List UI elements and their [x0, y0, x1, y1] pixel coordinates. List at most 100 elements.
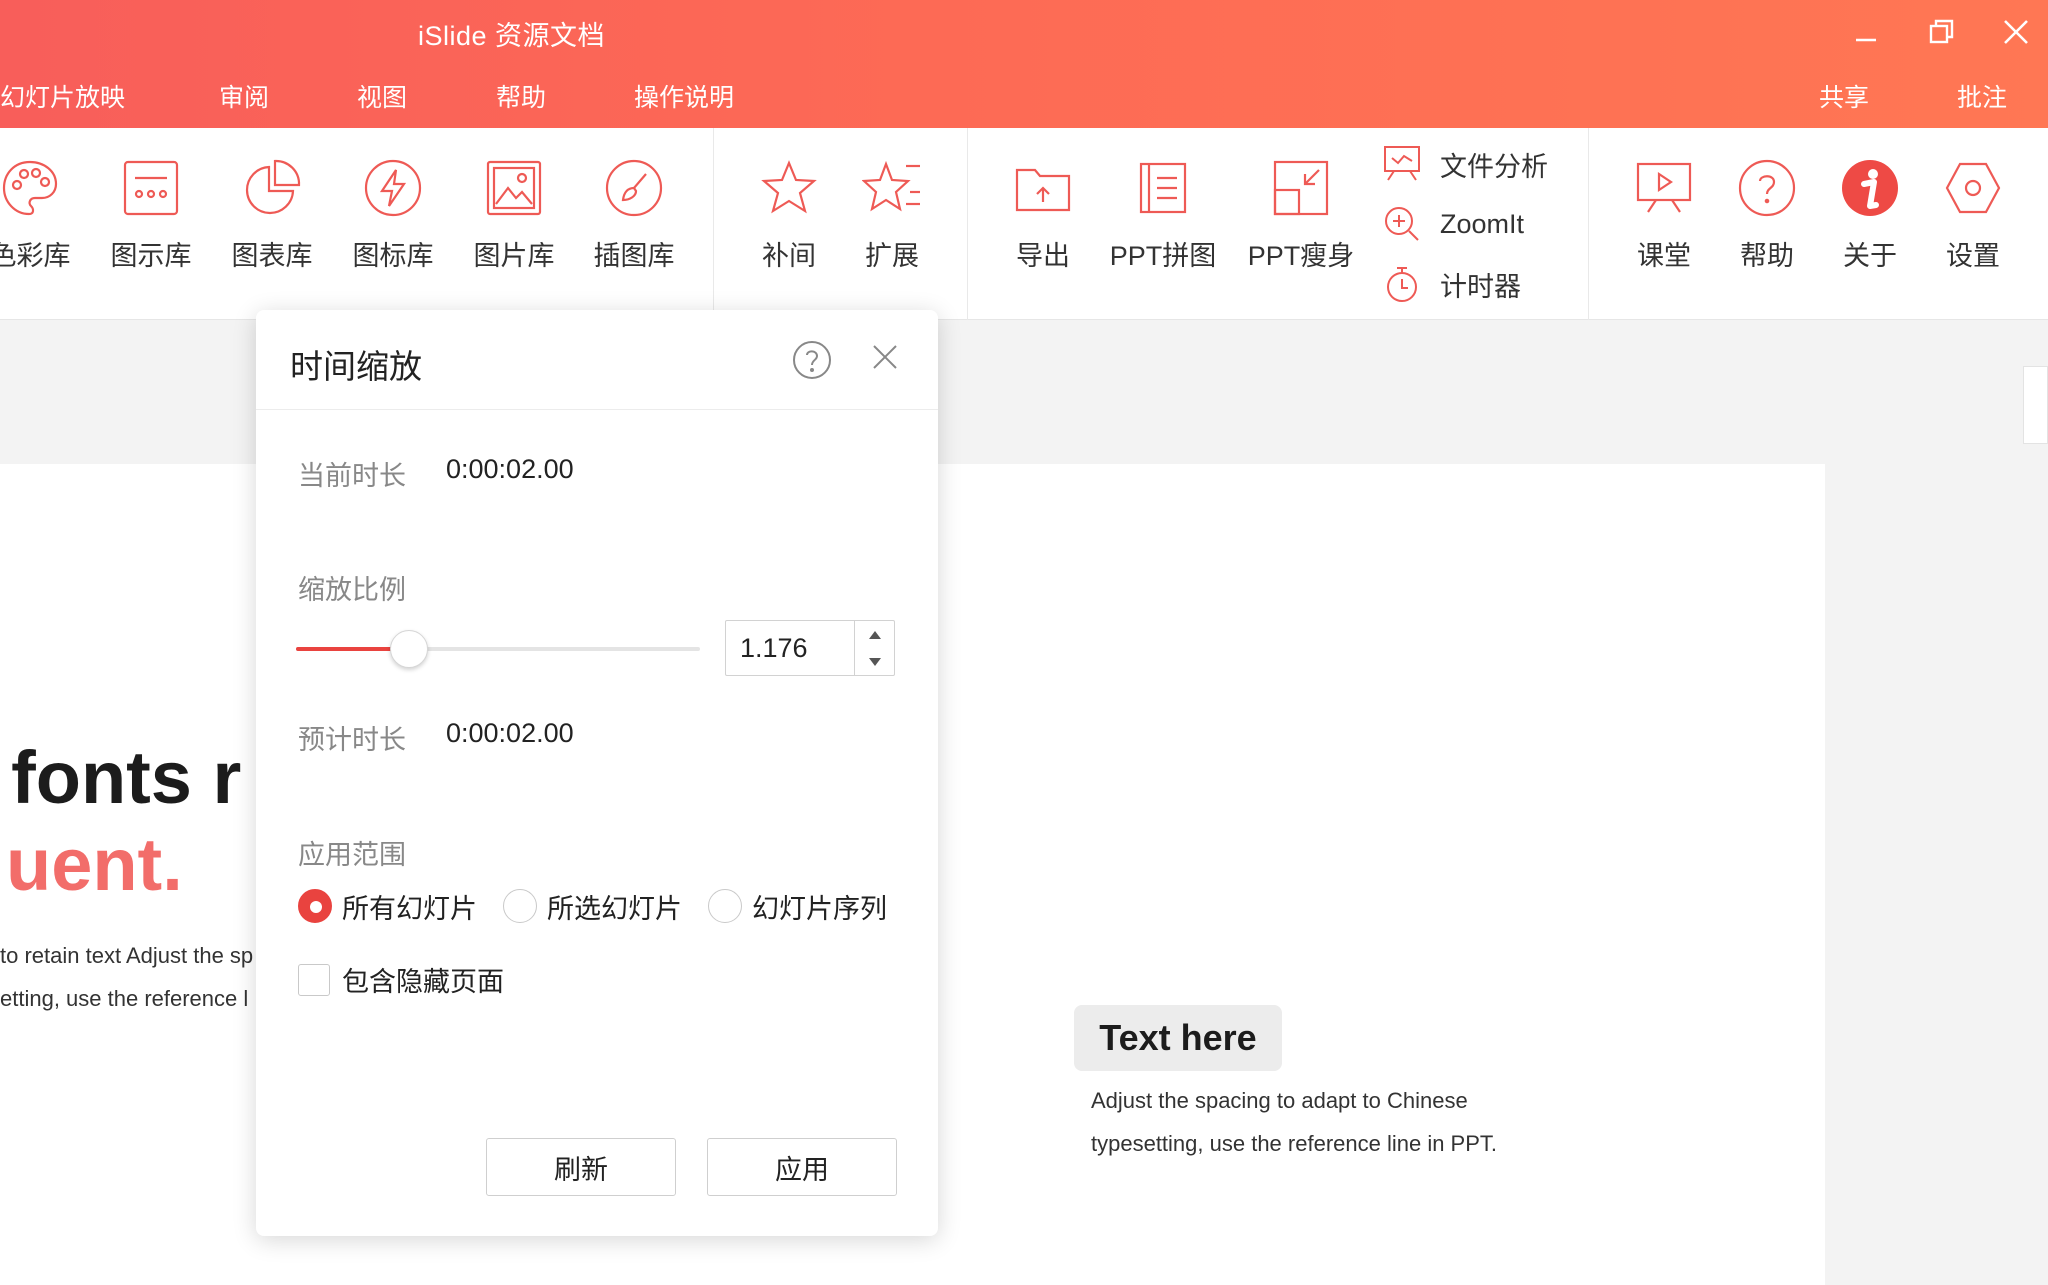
minimize-button[interactable]	[1836, 10, 1896, 54]
about-button[interactable]: 关于	[1815, 158, 1925, 273]
scale-ratio-input[interactable]	[726, 621, 854, 675]
settings-icon	[1945, 162, 2001, 214]
timer-label: 计时器	[1440, 271, 1521, 302]
slide-headline-line-1: l fonts r	[0, 736, 242, 819]
color-library-button[interactable]: 色彩库	[0, 158, 85, 273]
diagram-icon	[123, 160, 179, 216]
zoomit-label: ZoomIt	[1440, 208, 1525, 239]
chart-library-label: 图表库	[231, 241, 313, 271]
classroom-icon	[1636, 162, 1692, 213]
refresh-button[interactable]: 刷新	[486, 1138, 676, 1196]
file-analysis-label: 文件分析	[1440, 151, 1548, 182]
current-duration-value: 0:00:02.00	[446, 454, 574, 484]
dialog-close-button[interactable]	[870, 342, 900, 377]
minimize-icon	[1856, 38, 1876, 42]
export-button[interactable]: 导出	[988, 158, 1098, 273]
diagram-library-label: 图示库	[110, 241, 192, 271]
diagram-library-button[interactable]: 图示库	[96, 158, 206, 273]
estimated-duration-label: 预计时长	[298, 725, 406, 755]
apply-scope-label: 应用范围	[298, 840, 406, 870]
slide-textbox-title[interactable]: Text here	[1074, 1005, 1282, 1071]
scale-slider-thumb[interactable]	[390, 630, 429, 668]
current-duration-label: 当前时长	[298, 461, 406, 491]
spin-up-button[interactable]	[855, 621, 895, 648]
restore-icon	[1929, 19, 1954, 44]
radio-all-slides[interactable]: 所有幻灯片	[298, 886, 477, 926]
scale-ratio-spinbox	[725, 620, 895, 676]
ppt-collage-button[interactable]: PPT拼图	[1108, 158, 1218, 273]
title-bar: iSlide 资源文档 幻灯片放映 审阅 视图 帮助 操作说明 共享 批注	[0, 0, 2048, 128]
settings-label: 设置	[1946, 241, 2000, 271]
include-hidden-checkbox[interactable]: 包含隐藏页面	[298, 960, 504, 999]
ppt-slim-button[interactable]: PPT瘦身	[1246, 158, 1356, 273]
ppt-collage-icon	[1139, 162, 1187, 214]
apply-button[interactable]: 应用	[707, 1138, 897, 1196]
scale-ratio-label: 缩放比例	[298, 575, 406, 605]
radio-slide-sequence[interactable]: 幻灯片序列	[708, 886, 887, 926]
extend-label: 扩展	[865, 241, 919, 271]
about-label: 关于	[1843, 241, 1897, 271]
menu-review[interactable]: 审阅	[219, 78, 269, 114]
include-hidden-label: 包含隐藏页面	[342, 967, 504, 997]
tween-button[interactable]: 补间	[734, 158, 844, 273]
extend-button[interactable]: 扩展	[837, 158, 947, 273]
menu-share[interactable]: 共享	[1819, 78, 1869, 114]
radio-button[interactable]	[708, 889, 742, 923]
export-label: 导出	[1016, 241, 1070, 271]
timer-icon	[1387, 267, 1417, 302]
slide-headline-line-2: uent.	[6, 823, 183, 906]
star-icon	[761, 160, 817, 214]
palette-icon	[2, 160, 58, 216]
menu-comments[interactable]: 批注	[1957, 78, 2007, 114]
color-library-label: 色彩库	[0, 241, 71, 271]
ribbon-separator	[967, 128, 968, 320]
dialog-title: 时间缩放	[290, 348, 422, 385]
help-button[interactable]: 帮助	[1712, 158, 1822, 273]
chart-library-button[interactable]: 图表库	[217, 158, 327, 273]
checkbox-box[interactable]	[298, 963, 330, 996]
icon-library-button[interactable]: 图标库	[338, 158, 448, 273]
icon-library-label: 图标库	[352, 241, 434, 271]
illustration-library-label: 插图库	[593, 241, 675, 271]
menu-instructions[interactable]: 操作说明	[634, 78, 734, 114]
app-title: iSlide 资源文档	[418, 21, 606, 51]
slide-textbox-body-line-2: typesetting, use the reference line in P…	[1091, 1131, 1498, 1156]
slide-body-line-1: to retain text Adjust the sp	[0, 943, 254, 968]
ppt-slim-icon	[1273, 160, 1329, 216]
close-window-button[interactable]	[1986, 10, 2046, 54]
menu-view[interactable]: 视图	[357, 78, 407, 114]
question-icon	[793, 341, 831, 379]
classroom-button[interactable]: 课堂	[1609, 158, 1719, 273]
spin-buttons	[854, 621, 894, 675]
settings-button[interactable]: 设置	[1918, 158, 2028, 273]
ribbon-separator	[713, 128, 714, 320]
close-icon	[2004, 20, 2028, 44]
file-analysis-button[interactable]: 文件分析	[1382, 142, 1548, 186]
slide-body-line-2: etting, use the reference l	[0, 986, 249, 1011]
radio-all-slides-label: 所有幻灯片	[342, 893, 477, 924]
menu-slideshow[interactable]: 幻灯片放映	[0, 78, 125, 114]
radio-slide-sequence-label: 幻灯片序列	[752, 893, 887, 924]
scale-slider-track[interactable]	[296, 630, 700, 668]
radio-selected-slides[interactable]: 所选幻灯片	[503, 886, 682, 926]
dialog-help-button[interactable]	[792, 340, 832, 385]
radio-button-checked[interactable]	[298, 889, 332, 923]
vertical-scrollbar-thumb[interactable]	[2023, 366, 2048, 444]
timer-button[interactable]: 计时器	[1382, 262, 1521, 306]
ribbon-toolbar: 色彩库 图示库 图表库 图标库 图片库 插图库 补间 扩展 导出 PPT拼图 P…	[0, 128, 2048, 320]
radio-button[interactable]	[503, 889, 537, 923]
illustration-library-button[interactable]: 插图库	[579, 158, 689, 273]
ribbon-separator	[1588, 128, 1589, 320]
zoom-icon	[1385, 207, 1419, 241]
caret-up-icon	[869, 630, 881, 639]
image-library-button[interactable]: 图片库	[459, 158, 569, 273]
export-folder-icon	[1015, 168, 1071, 212]
menu-help[interactable]: 帮助	[496, 78, 546, 114]
restore-button[interactable]	[1912, 10, 1972, 54]
zoomit-button[interactable]: ZoomIt	[1382, 202, 1524, 246]
help-icon	[1738, 159, 1796, 217]
spin-down-button[interactable]	[855, 648, 895, 675]
ppt-slim-label: PPT瘦身	[1247, 241, 1355, 271]
estimated-duration-value: 0:00:02.00	[446, 718, 574, 748]
help-label: 帮助	[1740, 241, 1794, 271]
